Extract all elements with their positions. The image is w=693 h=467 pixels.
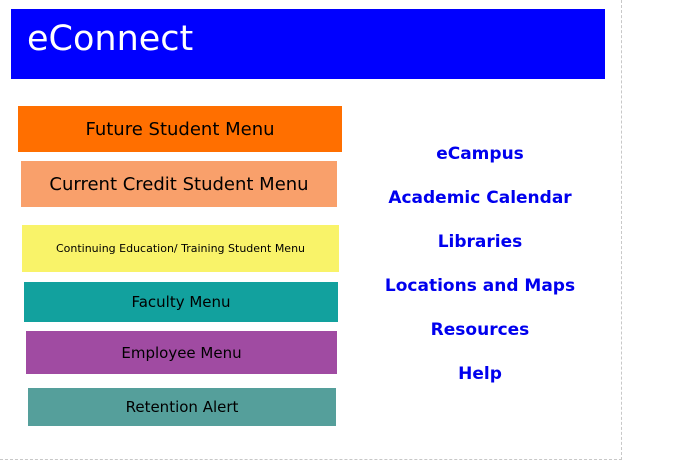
locations-and-maps-link[interactable]: Locations and Maps bbox=[370, 274, 590, 298]
academic-calendar-link[interactable]: Academic Calendar bbox=[370, 186, 590, 210]
employee-menu-button[interactable]: Employee Menu bbox=[26, 331, 337, 374]
help-link[interactable]: Help bbox=[370, 362, 590, 386]
resources-link[interactable]: Resources bbox=[370, 318, 590, 342]
ecampus-link[interactable]: eCampus bbox=[370, 142, 590, 166]
continuing-education-menu-button[interactable]: Continuing Education/ Training Student M… bbox=[22, 225, 339, 272]
retention-alert-button[interactable]: Retention Alert bbox=[28, 388, 336, 426]
libraries-link[interactable]: Libraries bbox=[370, 230, 590, 254]
future-student-menu-button[interactable]: Future Student Menu bbox=[18, 106, 342, 152]
header-banner: eConnect bbox=[11, 9, 605, 79]
page-frame: eConnect Future Student Menu Current Cre… bbox=[0, 0, 622, 460]
faculty-menu-button[interactable]: Faculty Menu bbox=[24, 282, 338, 322]
current-credit-student-menu-button[interactable]: Current Credit Student Menu bbox=[21, 161, 337, 207]
page-title: eConnect bbox=[27, 19, 194, 59]
